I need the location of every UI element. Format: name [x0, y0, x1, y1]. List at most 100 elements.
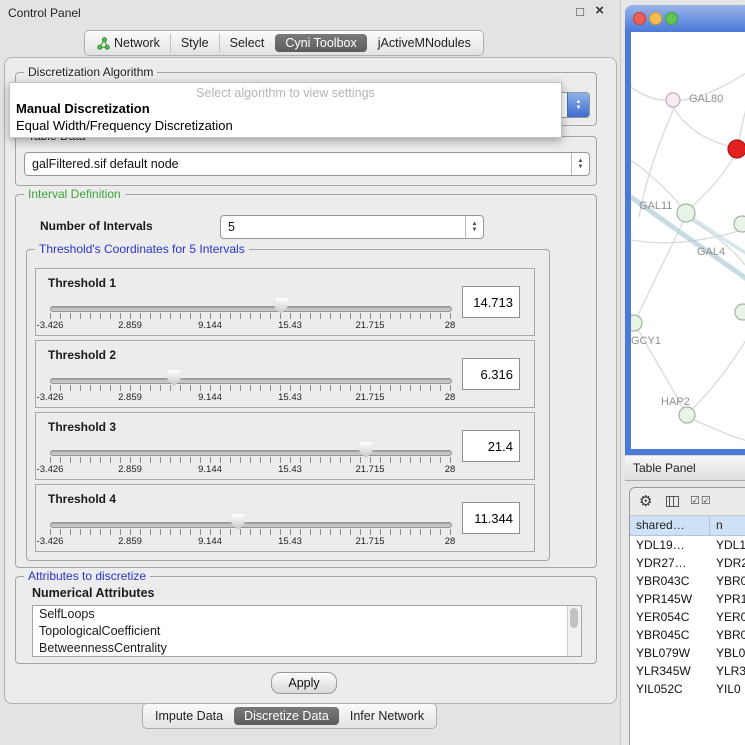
node-label: HAP2: [661, 396, 690, 408]
list-item[interactable]: TopologicalCoefficient: [33, 623, 581, 640]
threshold-2-slider-track[interactable]: [50, 378, 452, 384]
combobox-stepper-icon[interactable]: ▲ ▼: [571, 153, 589, 175]
column-header-name[interactable]: n: [710, 516, 745, 536]
table-data-group: Table Data galFiltered.sif default node …: [15, 136, 597, 186]
columns-icon[interactable]: [666, 496, 679, 507]
tab-discretize-data[interactable]: Discretize Data: [234, 707, 339, 725]
table-data-combobox[interactable]: galFiltered.sif default node ▲ ▼: [24, 152, 590, 176]
table-row[interactable]: YBR043CYBR0: [630, 572, 745, 590]
close-window-icon[interactable]: [633, 12, 646, 25]
attributes-group-title: Attributes to discretize: [24, 569, 150, 583]
numerical-attributes-list: SelfLoops TopologicalCoefficient Between…: [32, 605, 582, 657]
table-header-row: shared… n: [630, 516, 745, 536]
column-header-shared-name[interactable]: shared…: [630, 516, 710, 536]
tab-style[interactable]: Style: [170, 34, 219, 52]
node: [631, 315, 642, 331]
table-row[interactable]: YDR27…YDR2: [630, 554, 745, 572]
threshold-1-box: Threshold 1 -3.4262.8599.14415.4321.7152…: [35, 268, 535, 336]
table-row[interactable]: YBR045CYBR0: [630, 626, 745, 644]
threshold-1-slider-track[interactable]: [50, 306, 452, 312]
tab-label: Style: [181, 36, 209, 50]
table-row[interactable]: YIL052CYIL0: [630, 680, 745, 698]
control-panel: Control Panel □ × Network Style Select: [0, 0, 621, 745]
gear-icon[interactable]: ⚙: [639, 492, 652, 510]
slider-ticks: [50, 457, 451, 463]
slider-ticks: [50, 529, 451, 535]
apply-button[interactable]: Apply: [271, 672, 337, 694]
network-graph: [631, 32, 745, 449]
threshold-4-label: Threshold 4: [48, 492, 116, 506]
node-label: GAL11: [639, 200, 672, 212]
slider-ticks: [50, 385, 451, 391]
node: [734, 216, 745, 232]
bottom-tab-bar: Impute Data Discretize Data Infer Networ…: [142, 703, 437, 729]
threshold-3-value-input[interactable]: [462, 430, 520, 462]
table-body: YDL19…YDL1 YDR27…YDR2 YBR043CYBR0 YPR145…: [630, 536, 745, 745]
scrollbar-thumb[interactable]: [570, 608, 578, 628]
threshold-2-value-input[interactable]: [462, 358, 520, 390]
combobox-stepper-icon[interactable]: ▲ ▼: [465, 216, 483, 238]
node-label: GAL4: [697, 246, 725, 258]
tab-network[interactable]: Network: [87, 34, 170, 52]
combobox-stepper-icon[interactable]: ▲ ▼: [567, 93, 589, 117]
table-panel-header: Table Panel: [625, 455, 745, 481]
stepper-down-icon: ▼: [472, 227, 478, 233]
minimize-window-icon[interactable]: [649, 12, 662, 25]
dropdown-option-manual-discretization[interactable]: Manual Discretization: [10, 100, 561, 117]
tab-jactivemnodules[interactable]: jActiveMNodules: [368, 34, 481, 52]
node-selected: [728, 140, 745, 158]
tab-label: Discretize Data: [244, 709, 329, 723]
thresholds-group: Threshold's Coordinates for 5 Intervals …: [26, 249, 550, 561]
tab-select[interactable]: Select: [219, 34, 275, 52]
table-row[interactable]: YER054CYER0: [630, 608, 745, 626]
algorithm-dropdown-popup: Select algorithm to view settings Manual…: [9, 82, 562, 138]
threshold-3-label: Threshold 3: [48, 420, 116, 434]
tab-label: jActiveMNodules: [378, 36, 471, 50]
tab-cyni-toolbox[interactable]: Cyni Toolbox: [275, 34, 366, 52]
stepper-down-icon: ▼: [576, 105, 582, 111]
table-row[interactable]: YLR345WYLR3: [630, 662, 745, 680]
network-canvas[interactable]: GAL80 GAL11 GAL4 GCY1 HAP2: [631, 32, 745, 449]
threshold-4-value-input[interactable]: [462, 502, 520, 534]
slider-scale: -3.4262.8599.14415.4321.71528: [50, 464, 451, 475]
table-row[interactable]: YDL19…YDL1: [630, 536, 745, 554]
close-panel-icon[interactable]: ×: [595, 2, 604, 19]
threshold-1-label: Threshold 1: [48, 276, 116, 290]
slider-scale: -3.4262.8599.14415.4321.71528: [50, 392, 451, 403]
float-panel-icon[interactable]: □: [576, 4, 584, 19]
threshold-1-value-input[interactable]: [462, 286, 520, 318]
threshold-4-box: Threshold 4 -3.4262.8599.14415.4321.7152…: [35, 484, 535, 552]
top-tab-bar: Network Style Select Cyni Toolbox jActiv…: [84, 30, 484, 56]
checkbox-icons[interactable]: ☑☑: [690, 494, 712, 507]
threshold-2-box: Threshold 2 -3.4262.8599.14415.4321.7152…: [35, 340, 535, 408]
number-of-intervals-combobox[interactable]: 5 ▲ ▼: [220, 215, 484, 239]
interval-definition-group: Interval Definition Number of Intervals …: [15, 194, 597, 568]
node: [679, 407, 695, 423]
tab-impute-data[interactable]: Impute Data: [145, 707, 233, 725]
list-item[interactable]: SelfLoops: [33, 606, 581, 623]
app-root: Control Panel □ × Network Style Select: [0, 0, 745, 745]
tab-label: Select: [230, 36, 265, 50]
table-data-combobox-value: galFiltered.sif default node: [25, 157, 571, 171]
table-row[interactable]: YBL079WYBL0: [630, 644, 745, 662]
interval-definition-title: Interval Definition: [24, 187, 125, 201]
dropdown-option-equal-width[interactable]: Equal Width/Frequency Discretization: [10, 117, 561, 134]
node: [666, 93, 680, 107]
number-of-intervals-value: 5: [221, 220, 465, 234]
tab-infer-network[interactable]: Infer Network: [340, 707, 434, 725]
dropdown-placeholder: Select algorithm to view settings: [10, 83, 561, 100]
numerical-attributes-heading: Numerical Attributes: [32, 586, 154, 600]
node: [677, 204, 695, 222]
list-scrollbar[interactable]: [567, 606, 581, 656]
attributes-group: Attributes to discretize Numerical Attri…: [15, 576, 597, 664]
table-row[interactable]: YPR145WYPR1: [630, 590, 745, 608]
threshold-4-slider-track[interactable]: [50, 522, 452, 528]
slider-scale: -3.4262.8599.14415.4321.71528: [50, 536, 451, 547]
node-label: GCY1: [631, 335, 661, 347]
zoom-window-icon[interactable]: [665, 12, 678, 25]
list-item[interactable]: BetweennessCentrality: [33, 640, 581, 657]
tab-label: Network: [114, 36, 160, 50]
node-label: GAL80: [689, 93, 723, 105]
cyni-toolbox-panel: Discretization Algorithm ▲ ▼ Select algo…: [4, 57, 617, 704]
threshold-3-slider-track[interactable]: [50, 450, 452, 456]
